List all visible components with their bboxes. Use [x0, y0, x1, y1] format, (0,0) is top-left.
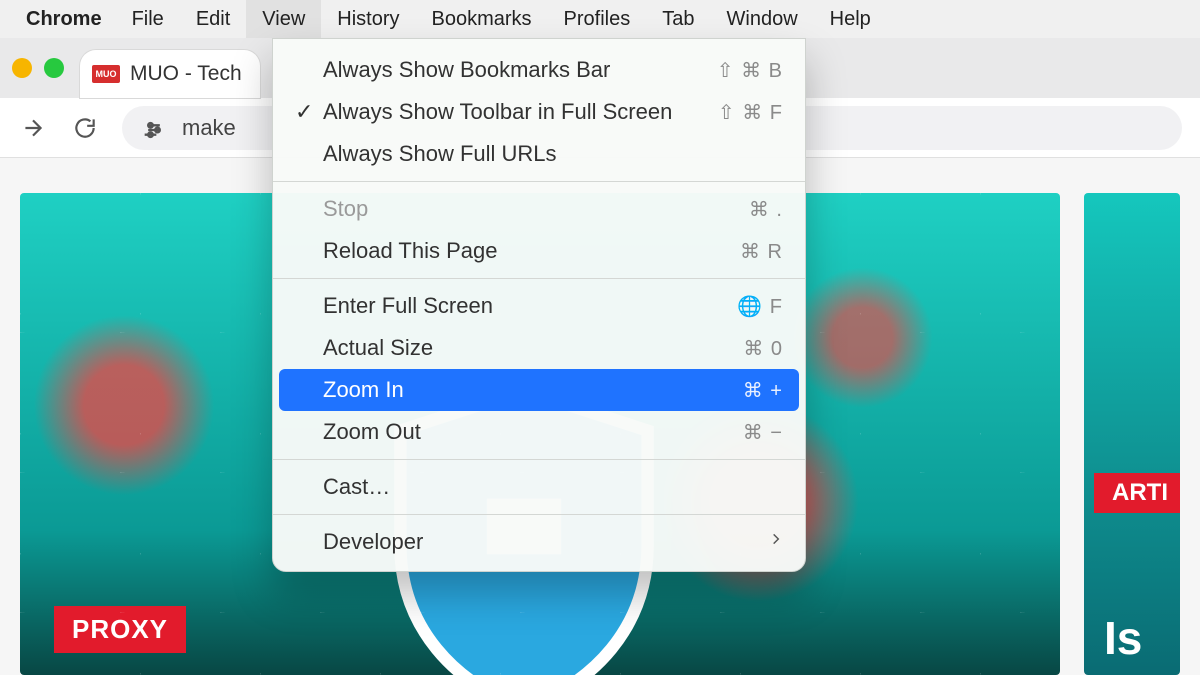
menu-item-label: Cast… — [323, 474, 390, 500]
menu-item-toolbar-fullscreen[interactable]: ✓ Always Show Toolbar in Full Screen ⇧ ⌘ F — [273, 91, 805, 133]
menu-item-label: Stop — [323, 196, 368, 222]
menubar-item-file[interactable]: File — [116, 0, 180, 38]
arrow-right-icon — [20, 115, 46, 141]
menubar-item-window[interactable]: Window — [711, 0, 814, 38]
menu-shortcut: ⇧ ⌘ F — [718, 100, 783, 125]
menubar-item-edit[interactable]: Edit — [180, 0, 246, 38]
menu-item-label: Zoom Out — [323, 419, 421, 445]
reload-icon — [72, 115, 98, 141]
menu-shortcut: 🌐 F — [737, 294, 783, 319]
window-traffic-lights — [12, 58, 64, 78]
site-settings-icon[interactable] — [140, 116, 168, 140]
menubar-item-bookmarks[interactable]: Bookmarks — [416, 0, 548, 38]
menu-item-label: Enter Full Screen — [323, 293, 493, 319]
menubar-item-tab[interactable]: Tab — [646, 0, 710, 38]
menu-separator — [273, 514, 805, 515]
view-menu-dropdown: Always Show Bookmarks Bar ⇧ ⌘ B ✓ Always Sh… — [272, 38, 806, 572]
menu-item-developer[interactable]: Developer — [273, 521, 805, 563]
menu-item-zoom-out[interactable]: Zoom Out ⌘ − — [273, 411, 805, 453]
menu-item-bookmarks-bar[interactable]: Always Show Bookmarks Bar ⇧ ⌘ B — [273, 49, 805, 91]
menu-shortcut: ⌘ 0 — [743, 336, 783, 361]
menubar-item-view[interactable]: View — [246, 0, 321, 38]
menu-item-label: Reload This Page — [323, 238, 498, 264]
browser-tab[interactable]: MUO MUO - Tech — [80, 50, 260, 98]
tab-title: MUO - Tech — [130, 62, 242, 86]
macos-menubar: Chrome FileEditViewHistoryBookmarksProfi… — [0, 0, 1200, 38]
checkmark-icon: ✓ — [295, 99, 313, 125]
menu-item-reload[interactable]: Reload This Page ⌘ R — [273, 230, 805, 272]
menu-separator — [273, 181, 805, 182]
menu-item-label: Developer — [323, 529, 423, 555]
menu-shortcut: ⌘ R — [740, 239, 783, 264]
category-badge-proxy[interactable]: PROXY — [54, 606, 186, 653]
chevron-right-icon — [769, 529, 783, 555]
menu-item-stop: Stop ⌘ . — [273, 188, 805, 230]
menu-shortcut: ⌘ + — [743, 378, 783, 403]
menu-item-label: Actual Size — [323, 335, 433, 361]
url-text: make — [182, 115, 236, 141]
menu-item-label: Always Show Toolbar in Full Screen — [323, 99, 672, 125]
menu-shortcut: ⇧ ⌘ B — [717, 58, 783, 83]
menu-separator — [273, 278, 805, 279]
menu-item-zoom-in[interactable]: Zoom In ⌘ + — [279, 369, 799, 411]
menubar-item-history[interactable]: History — [321, 0, 415, 38]
zoom-window-button[interactable] — [44, 58, 64, 78]
menu-item-enter-fullscreen[interactable]: Enter Full Screen 🌐 F — [273, 285, 805, 327]
menu-shortcut: ⌘ − — [743, 420, 783, 445]
side-headline: Is — [1104, 611, 1142, 665]
category-badge-arti[interactable]: ARTI — [1094, 473, 1180, 513]
menu-shortcut: ⌘ . — [749, 197, 783, 222]
menubar-item-profiles[interactable]: Profiles — [548, 0, 647, 38]
menubar-item-help[interactable]: Help — [814, 0, 887, 38]
menu-item-actual-size[interactable]: Actual Size ⌘ 0 — [273, 327, 805, 369]
menu-item-cast[interactable]: Cast… — [273, 466, 805, 508]
forward-button[interactable] — [18, 113, 48, 143]
menu-item-label: Zoom In — [323, 377, 404, 403]
tab-favicon: MUO — [92, 65, 120, 83]
side-card[interactable]: ARTI Is — [1084, 193, 1180, 675]
menu-item-label: Always Show Bookmarks Bar — [323, 57, 610, 83]
menu-separator — [273, 459, 805, 460]
reload-button[interactable] — [70, 113, 100, 143]
menu-item-full-urls[interactable]: Always Show Full URLs — [273, 133, 805, 175]
menu-item-label: Always Show Full URLs — [323, 141, 557, 167]
minimize-window-button[interactable] — [12, 58, 32, 78]
app-name[interactable]: Chrome — [12, 8, 116, 31]
